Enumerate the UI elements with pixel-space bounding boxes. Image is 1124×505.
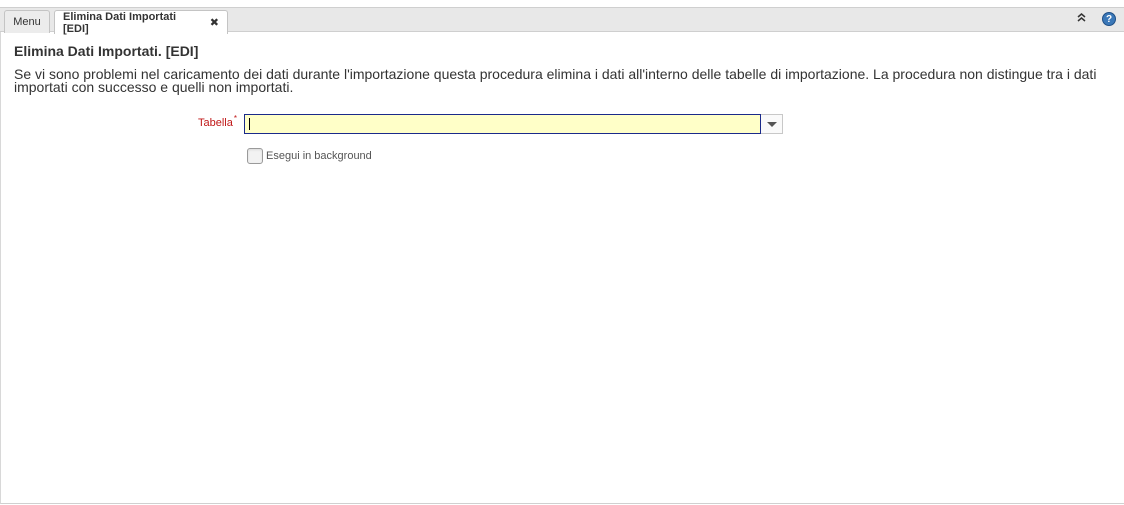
close-icon[interactable]: ✖ xyxy=(210,16,219,29)
tab-menu[interactable]: Menu xyxy=(4,10,50,33)
tabella-dropdown-button[interactable] xyxy=(761,114,783,134)
tabella-input[interactable] xyxy=(244,114,761,134)
background-checkbox[interactable] xyxy=(247,148,263,164)
text-caret xyxy=(249,118,250,130)
background-label: Esegui in background xyxy=(266,150,372,162)
tab-active-label: Elimina Dati Importati [EDI] xyxy=(63,10,177,35)
double-chevron-up-icon xyxy=(1077,13,1086,22)
background-option[interactable]: Esegui in background xyxy=(247,148,372,164)
tabella-label: Tabella* xyxy=(198,114,237,129)
chevron-down-icon xyxy=(766,121,777,127)
tabella-combobox[interactable] xyxy=(244,114,783,134)
tabella-label-text: Tabella xyxy=(198,117,233,129)
tab-menu-label: Menu xyxy=(13,16,41,28)
process-description: Se vi sono problemi nel caricamento dei … xyxy=(14,66,1097,95)
collapse-icon[interactable] xyxy=(1077,13,1086,25)
help-icon[interactable]: ? xyxy=(1102,12,1116,26)
process-panel: Elimina Dati Importati. [EDI] Se vi sono… xyxy=(0,32,1124,504)
page-title: Elimina Dati Importati. [EDI] xyxy=(14,43,199,59)
tab-elimina-dati-importati[interactable]: Elimina Dati Importati [EDI] ✖ xyxy=(54,10,228,35)
tab-bar: Menu Elimina Dati Importati [EDI] ✖ ? xyxy=(0,7,1124,35)
required-marker: * xyxy=(233,114,237,123)
